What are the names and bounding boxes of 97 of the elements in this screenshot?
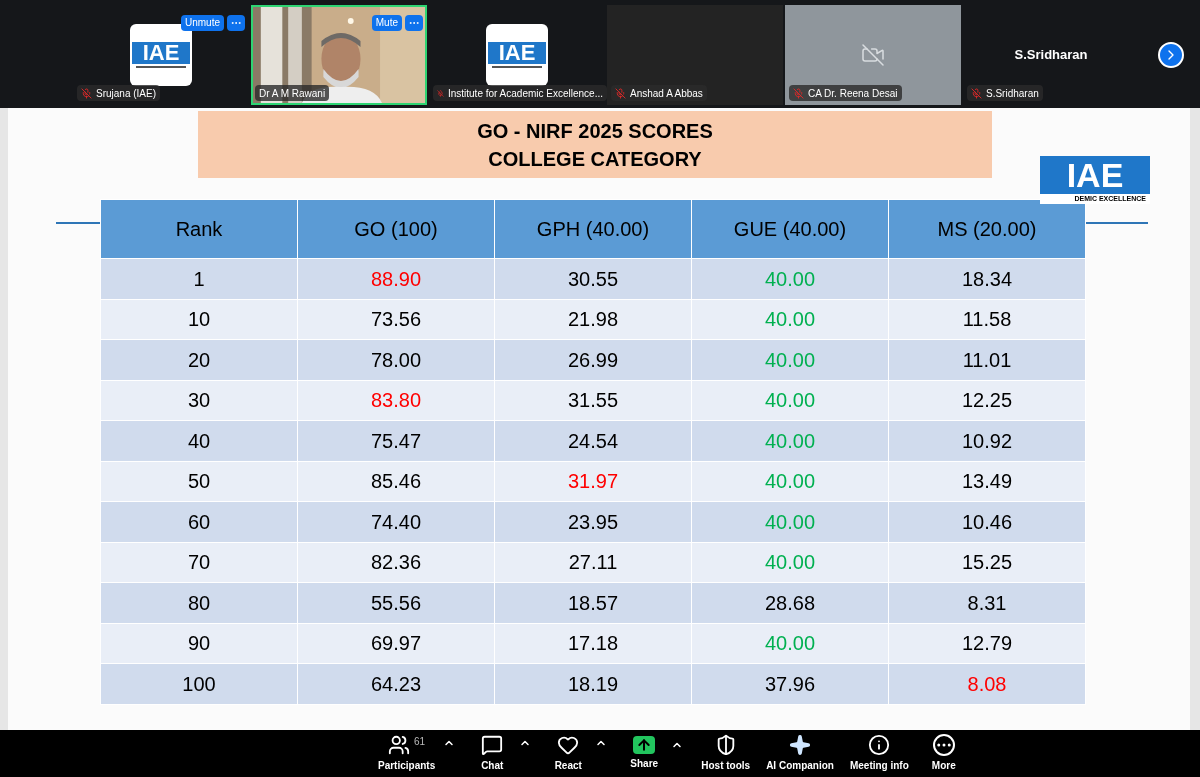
table-cell: 40	[100, 420, 298, 461]
table-cell: 18.19	[494, 663, 692, 704]
toolbar-button[interactable]: More	[916, 734, 971, 773]
column-header: Rank	[100, 199, 298, 259]
table-cell: 64.23	[297, 663, 495, 704]
logo-text: IAE	[1040, 156, 1150, 194]
toolbar-button[interactable]: Meeting info	[841, 734, 917, 773]
table-cell: 23.95	[494, 501, 692, 542]
more-icon	[932, 734, 955, 756]
table-cell: 11.58	[888, 299, 1086, 340]
table-cell: 40.00	[691, 380, 889, 421]
table-cell: 60	[100, 501, 298, 542]
toolbar-button[interactable]: React	[541, 734, 596, 773]
table-cell: 70	[100, 542, 298, 583]
table-cell: 40.00	[691, 461, 889, 502]
table-cell: 82.36	[297, 542, 495, 583]
mute-button[interactable]: Unmute	[181, 15, 224, 31]
table-cell: 10.92	[888, 420, 1086, 461]
participant-tile[interactable]: CA Dr. Reena Desai	[785, 5, 961, 105]
mute-button[interactable]: Mute	[371, 15, 402, 31]
participant-name: Dr A M Rawani	[259, 86, 326, 101]
logo-rule	[492, 66, 542, 68]
toolbar-button[interactable]: Host tools	[693, 734, 759, 773]
toolbar-button[interactable]: Share	[617, 736, 672, 771]
table-cell: 40.00	[691, 258, 889, 299]
table-cell: 40.00	[691, 420, 889, 461]
slide-title: GO - NIRF 2025 SCORES	[477, 118, 713, 144]
toolbar-button[interactable]: 61 Participants	[370, 734, 444, 773]
table-cell: 8.31	[888, 582, 1086, 623]
table-cell: 75.47	[297, 420, 495, 461]
toolbar-button[interactable]: AI Companion	[758, 734, 842, 773]
camera-off-icon	[861, 43, 885, 67]
table-cell: 55.56	[297, 582, 495, 623]
participant-count: 61	[414, 735, 426, 749]
table-cell: 37.96	[691, 663, 889, 704]
participant-name: Anshad A Abbas	[630, 86, 703, 101]
table-cell: 83.80	[297, 380, 495, 421]
table-cell: 13.49	[888, 461, 1086, 502]
table-cell: 12.25	[888, 380, 1086, 421]
logo-text: IAE	[488, 42, 546, 64]
table-cell: 74.40	[297, 501, 495, 542]
participant-name: Srujana (IAE)	[96, 86, 157, 101]
sparkle-icon	[789, 734, 812, 756]
table-cell: 40.00	[691, 501, 889, 542]
participant-display-name: S.Sridharan	[1014, 46, 1088, 65]
table-cell: 26.99	[494, 339, 692, 380]
share-icon	[633, 736, 656, 754]
more-options-button[interactable]	[227, 15, 245, 31]
table-cell: 12.79	[888, 623, 1086, 664]
table-cell: 90	[100, 623, 298, 664]
table-cell: 21.98	[494, 299, 692, 340]
column-header: GUE (40.00)	[691, 199, 889, 259]
table-cell: 31.97	[494, 461, 692, 502]
table-cell: 10.46	[888, 501, 1086, 542]
table-cell: 73.56	[297, 299, 495, 340]
participant-tile[interactable]: Anshad A Abbas	[607, 5, 783, 105]
table-cell: 69.97	[297, 623, 495, 664]
table-cell: 10	[100, 299, 298, 340]
table-cell: 80	[100, 582, 298, 623]
table-cell: 20	[100, 339, 298, 380]
logo-rule	[136, 66, 186, 68]
toolbar-button[interactable]: Chat	[465, 734, 520, 773]
table-cell: 8.08	[888, 663, 1086, 704]
table-cell: 50	[100, 461, 298, 502]
logo-text: IAE	[132, 42, 190, 64]
table-cell: 30.55	[494, 258, 692, 299]
column-header: GO (100)	[297, 199, 495, 259]
table-cell: 28.68	[691, 582, 889, 623]
table-cell: 17.18	[494, 623, 692, 664]
table-cell: 18.57	[494, 582, 692, 623]
table-cell: 11.01	[888, 339, 1086, 380]
people-icon	[388, 734, 411, 756]
table-cell: 18.34	[888, 258, 1086, 299]
table-cell: 88.90	[297, 258, 495, 299]
table-cell: 27.11	[494, 542, 692, 583]
table-cell: 24.54	[494, 420, 692, 461]
table-cell: 1	[100, 258, 298, 299]
table-cell: 85.46	[297, 461, 495, 502]
participant-name: Institute for Academic Excellence...	[447, 86, 603, 101]
table-cell: 100	[100, 663, 298, 704]
table-cell: 31.55	[494, 380, 692, 421]
heart-icon	[557, 734, 580, 756]
table-cell: 78.00	[297, 339, 495, 380]
participant-name: S.Sridharan	[986, 86, 1039, 101]
next-page-button[interactable]	[1157, 42, 1184, 68]
info-icon	[868, 734, 891, 756]
table-cell: 40.00	[691, 339, 889, 380]
chat-icon	[481, 734, 504, 756]
participant-name: CA Dr. Reena Desai	[808, 86, 898, 101]
slide-title: COLLEGE CATEGORY	[488, 146, 702, 172]
participant-tile[interactable]: Mute Dr A M Rawani	[251, 5, 427, 105]
column-header: GPH (40.00)	[494, 199, 692, 259]
table-cell: 40.00	[691, 623, 889, 664]
table-cell: 15.25	[888, 542, 1086, 583]
table-cell: 40.00	[691, 542, 889, 583]
table-cell: 30	[100, 380, 298, 421]
table-cell: 40.00	[691, 299, 889, 340]
